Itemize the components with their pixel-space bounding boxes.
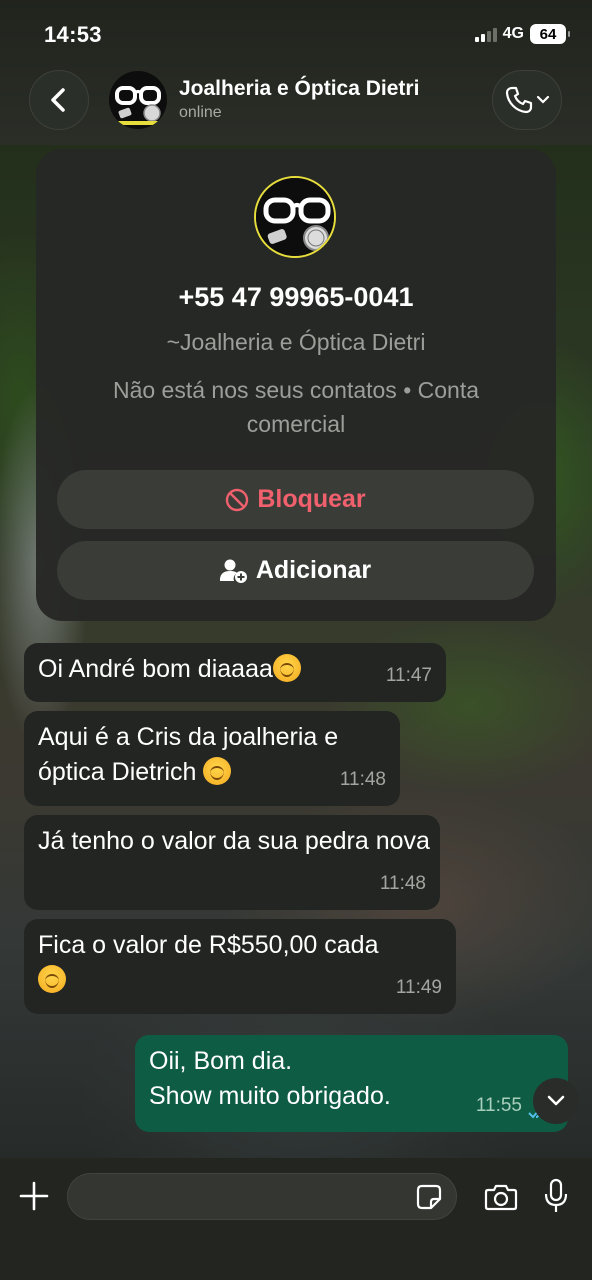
business-contact-card: +55 47 99965-0041 ~Joalheria e Óptica Di… bbox=[36, 149, 556, 621]
chevron-left-icon bbox=[51, 88, 65, 112]
smiling-face-emoji-icon bbox=[38, 965, 66, 993]
message-bubble-outgoing[interactable]: Oii, Bom dia. Show muito obrigado. 11:55 bbox=[135, 1035, 568, 1132]
message-time: 11:48 bbox=[379, 873, 426, 894]
microphone-icon bbox=[544, 1178, 568, 1212]
contact-presence: online bbox=[179, 104, 222, 121]
message-bubble[interactable]: Já tenho o valor da sua pedra nova 11:48 bbox=[24, 815, 440, 910]
message-text-line: Oii, Bom dia. bbox=[149, 1047, 293, 1075]
add-person-icon bbox=[219, 559, 247, 583]
eyeglasses-logo-icon bbox=[256, 178, 334, 256]
add-contact-label: Adicionar bbox=[255, 556, 372, 584]
network-type: 4G bbox=[502, 25, 524, 42]
contact-avatar[interactable] bbox=[109, 71, 167, 129]
battery-icon: 64 bbox=[530, 24, 570, 44]
block-button[interactable]: Bloquear bbox=[57, 470, 534, 529]
contact-card-avatar bbox=[254, 176, 336, 258]
contact-info-note: Não está nos seus contatos • Conta comer… bbox=[112, 377, 480, 437]
call-button[interactable] bbox=[492, 70, 562, 130]
message-time: 11:55 bbox=[475, 1095, 522, 1116]
add-contact-button[interactable]: Adicionar bbox=[57, 541, 534, 600]
smiling-face-emoji-icon bbox=[203, 757, 232, 785]
signal-icon bbox=[474, 26, 497, 42]
message-bubble[interactable]: Fica o valor de R$550,00 cada 11:49 bbox=[24, 919, 456, 1014]
message-time: 11:48 bbox=[339, 769, 386, 790]
message-text: Aqui é a Cris da joalheria e óptica Diet… bbox=[38, 723, 339, 786]
scroll-to-bottom-button[interactable] bbox=[533, 1078, 579, 1124]
block-button-label: Bloquear bbox=[257, 485, 366, 513]
contact-name[interactable]: Joalheria e Óptica Dietri bbox=[179, 77, 419, 101]
message-bubble[interactable]: Aqui é a Cris da joalheria e óptica Diet… bbox=[24, 711, 400, 806]
plus-icon bbox=[19, 1181, 49, 1211]
phone-icon bbox=[505, 86, 533, 114]
smiling-face-emoji-icon bbox=[272, 654, 301, 682]
message-time: 11:47 bbox=[385, 665, 432, 686]
chevron-down-icon bbox=[536, 95, 550, 104]
attach-button[interactable] bbox=[14, 1176, 54, 1216]
message-input[interactable] bbox=[67, 1173, 457, 1220]
status-time: 14:53 bbox=[44, 22, 102, 47]
status-indicators: 4G 64 bbox=[474, 24, 570, 44]
message-text: Fica o valor de R$550,00 cada bbox=[38, 931, 379, 959]
chevron-down-icon bbox=[547, 1095, 565, 1106]
sticker-icon bbox=[416, 1184, 442, 1210]
microphone-button[interactable] bbox=[538, 1174, 574, 1218]
camera-icon bbox=[484, 1184, 518, 1211]
sticker-button[interactable] bbox=[412, 1180, 446, 1214]
contact-display-name: ~Joalheria e Óptica Dietri bbox=[166, 329, 426, 355]
message-bubble[interactable]: Oi André bom diaaaa 11:47 bbox=[24, 643, 446, 702]
message-time: 11:49 bbox=[395, 977, 442, 998]
contact-phone-number: +55 47 99965-0041 bbox=[178, 282, 414, 312]
message-text: Oi André bom diaaaa bbox=[38, 655, 273, 683]
message-text: Já tenho o valor da sua pedra nova bbox=[38, 827, 430, 855]
eyeglasses-logo-icon bbox=[109, 71, 167, 129]
block-icon bbox=[226, 488, 249, 511]
camera-button[interactable] bbox=[481, 1177, 521, 1217]
back-button[interactable] bbox=[29, 70, 89, 130]
